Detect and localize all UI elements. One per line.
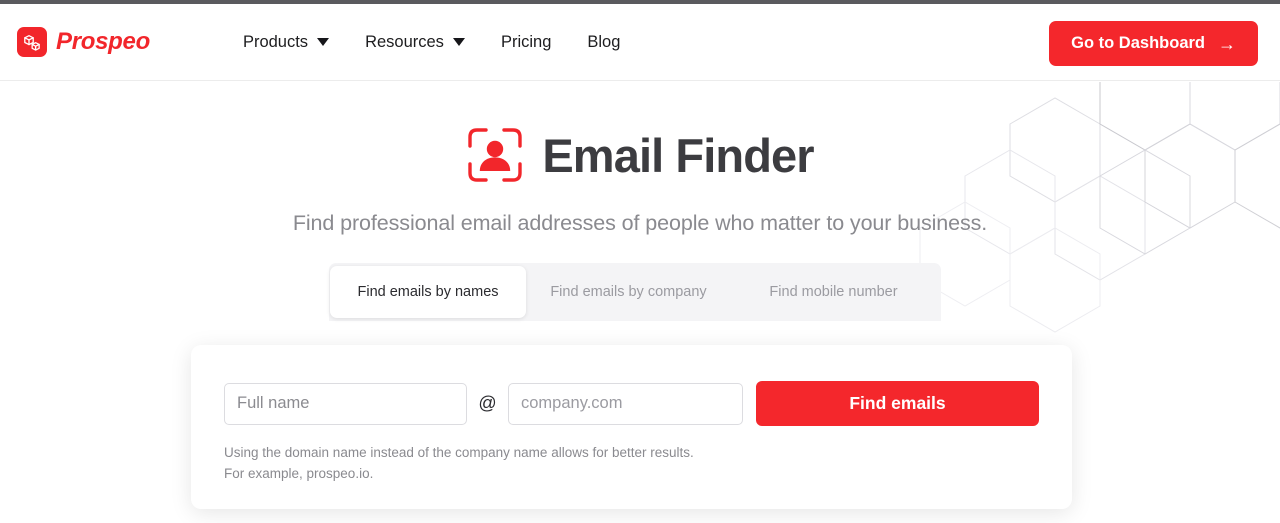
tab-label: Find emails by company	[550, 284, 707, 300]
at-symbol-separator: @	[478, 393, 497, 413]
nav-item-resources[interactable]: Resources	[365, 33, 465, 52]
search-hint-line-1: Using the domain name instead of the com…	[224, 445, 694, 460]
hero-subtitle: Find professional email addresses of peo…	[292, 211, 988, 235]
tab-label: Find mobile number	[769, 284, 898, 300]
main-navigation: Products Resources Pricing Blog	[243, 33, 620, 52]
search-hint-line-2: For example, prospeo.io.	[224, 465, 374, 481]
nav-item-label: Blog	[587, 32, 621, 51]
tab-label: Find emails by names	[357, 284, 499, 300]
chevron-down-icon	[452, 38, 465, 46]
nav-item-label: Resources	[365, 32, 444, 51]
browser-top-edge	[0, 0, 1280, 4]
tab-find-emails-by-company[interactable]: Find emails by company	[526, 266, 731, 318]
go-to-dashboard-button[interactable]: Go to Dashboard →	[1049, 21, 1258, 66]
go-to-dashboard-label: Go to Dashboard	[1071, 34, 1205, 52]
nav-item-blog[interactable]: Blog	[587, 33, 620, 52]
search-form-row: @ Find emails	[224, 381, 1039, 426]
chevron-down-icon	[317, 38, 330, 46]
search-hint-text: Using the domain name instead of the com…	[224, 443, 1039, 485]
brand-logo[interactable]: Prospeo	[17, 27, 150, 57]
site-header: Prospeo Products Resources Pricing Blog …	[0, 4, 1280, 81]
nav-item-label: Pricing	[500, 32, 552, 51]
company-domain-input[interactable]	[508, 382, 743, 425]
nav-item-label: Products	[242, 32, 309, 51]
search-mode-tabs: Find emails by names Find emails by comp…	[329, 263, 941, 321]
hero-section: Email Finder Find professional email add…	[0, 82, 1280, 523]
nav-item-pricing[interactable]: Pricing	[501, 33, 551, 52]
hero-title-row: Email Finder	[0, 126, 1280, 184]
page-title: Email Finder	[542, 128, 814, 182]
arrow-right-icon: →	[1218, 33, 1236, 54]
find-emails-button[interactable]: Find emails	[756, 381, 1039, 426]
person-scan-frame-icon	[468, 128, 523, 182]
tab-find-mobile-number[interactable]: Find mobile number	[731, 266, 936, 318]
search-card: @ Find emails Using the domain name inst…	[191, 345, 1072, 509]
boxes-logo-icon	[17, 27, 47, 57]
nav-item-products[interactable]: Products	[242, 32, 330, 52]
tab-find-emails-by-names[interactable]: Find emails by names	[330, 266, 526, 318]
full-name-input[interactable]	[224, 382, 467, 425]
brand-name: Prospeo	[56, 28, 150, 55]
